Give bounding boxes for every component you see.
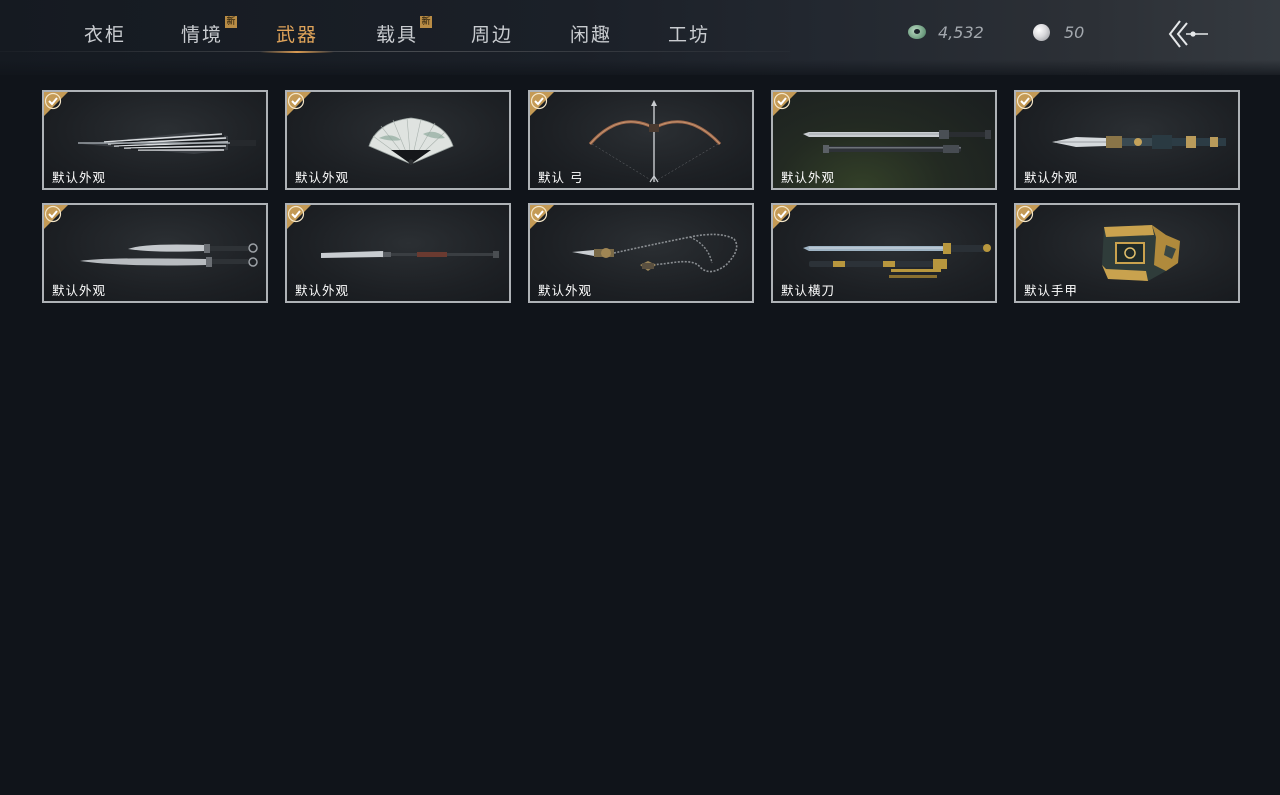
- equipped-check-icon: [773, 92, 797, 116]
- pearl-icon: [1033, 23, 1050, 41]
- weapon-card-label: 默认外观: [52, 170, 107, 185]
- weapon-card-label: 默认横刀: [781, 283, 836, 298]
- equipped-check-icon: [530, 205, 554, 229]
- weapon-card[interactable]: 默认外观: [285, 90, 511, 190]
- weapon-card[interactable]: 默认手甲: [1014, 203, 1240, 303]
- back-arrow-icon: [1168, 20, 1208, 48]
- weapon-card[interactable]: 默认外观: [42, 203, 268, 303]
- tab-wardrobe[interactable]: 衣柜: [84, 20, 126, 52]
- tab-accessories[interactable]: 周边: [471, 20, 513, 52]
- tab-vehicles[interactable]: 载具新: [376, 16, 433, 52]
- category-tabs: 衣柜 情境新 武器 载具新 周边 闲趣 工坊: [0, 0, 790, 53]
- equipped-check-icon: [1016, 205, 1040, 229]
- equipped-check-icon: [530, 92, 554, 116]
- weapon-card-label: 默认外观: [295, 170, 350, 185]
- weapon-card-label: 默认手甲: [1024, 283, 1079, 298]
- jade-amount: 4,532: [938, 22, 984, 42]
- weapon-card-label: 默认外观: [1024, 170, 1079, 185]
- top-bar-shade: [0, 60, 1280, 80]
- new-badge: 新: [225, 16, 238, 28]
- equipped-check-icon: [773, 205, 797, 229]
- weapon-card[interactable]: 默认外观: [1014, 90, 1240, 190]
- weapon-card-label: 默认 弓: [538, 170, 584, 185]
- weapon-card[interactable]: 默认外观: [771, 90, 997, 190]
- weapon-card-label: 默认外观: [52, 283, 107, 298]
- jade-currency: 4,532: [908, 20, 984, 44]
- equipped-check-icon: [287, 92, 311, 116]
- weapon-card[interactable]: 默认外观: [42, 90, 268, 190]
- equipped-check-icon: [1016, 92, 1040, 116]
- weapon-card[interactable]: 默认外观: [528, 203, 754, 303]
- equipped-check-icon: [44, 205, 68, 229]
- tab-workshop[interactable]: 工坊: [668, 20, 710, 52]
- new-badge: 新: [420, 16, 433, 28]
- jade-coin-icon: [908, 25, 926, 39]
- tab-leisure[interactable]: 闲趣: [570, 20, 612, 52]
- weapon-card-label: 默认外观: [295, 283, 350, 298]
- equipped-check-icon: [287, 205, 311, 229]
- weapon-card[interactable]: 默认横刀: [771, 203, 997, 303]
- weapon-card-label: 默认外观: [538, 283, 593, 298]
- weapon-card[interactable]: 默认外观: [285, 203, 511, 303]
- pearl-currency: 50: [1033, 20, 1084, 44]
- weapon-card-label: 默认外观: [781, 170, 836, 185]
- tab-scene[interactable]: 情境新: [181, 16, 238, 52]
- weapon-card[interactable]: 默认 弓: [528, 90, 754, 190]
- back-button[interactable]: [1166, 18, 1210, 50]
- equipped-check-icon: [44, 92, 68, 116]
- tab-weapons[interactable]: 武器: [259, 20, 335, 53]
- pearl-amount: 50: [1064, 22, 1085, 42]
